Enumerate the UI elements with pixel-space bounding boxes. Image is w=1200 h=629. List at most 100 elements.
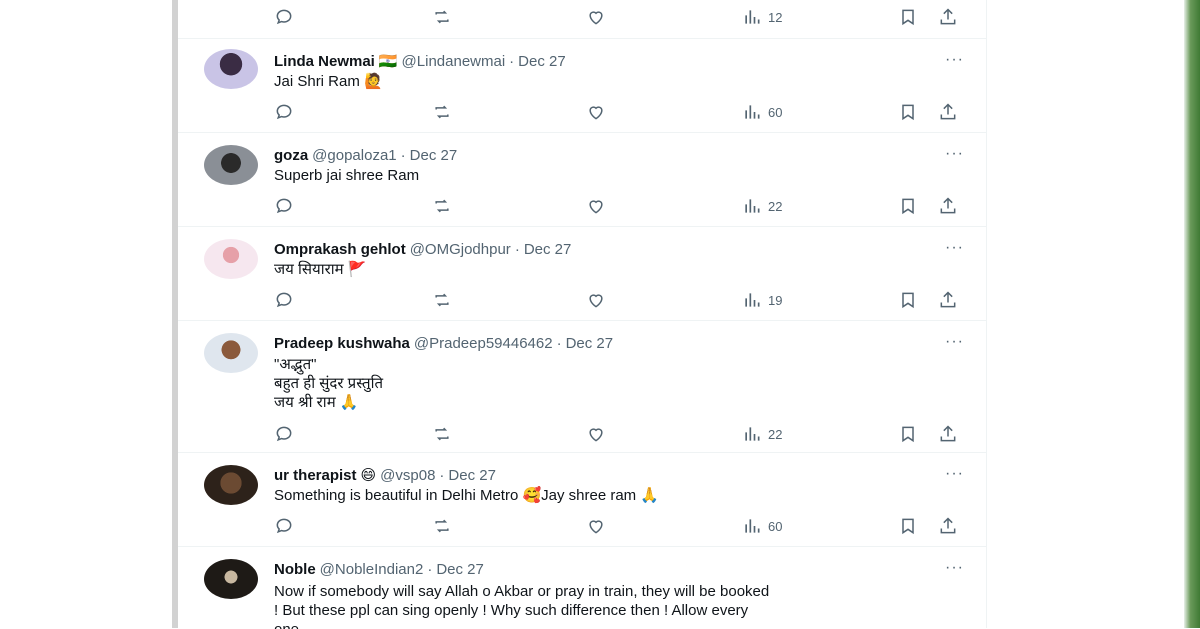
- post-header: Omprakash gehlot @OMGjodhpur · Dec 27: [274, 239, 571, 259]
- share-button[interactable]: [938, 288, 958, 312]
- reply-button[interactable]: [274, 514, 294, 538]
- reply-icon: [276, 104, 292, 120]
- reply-post[interactable]: goza @gopaloza1 · Dec 27 ··· Superb jai …: [178, 132, 986, 227]
- post-date[interactable]: Dec 27: [524, 241, 572, 258]
- views-icon: [745, 293, 760, 307]
- post-date[interactable]: Dec 27: [518, 53, 566, 70]
- like-button[interactable]: [586, 194, 606, 218]
- repost-button[interactable]: [432, 422, 452, 446]
- bookmark-icon: [902, 292, 914, 309]
- views-button[interactable]: 60: [742, 100, 782, 124]
- share-icon: [940, 291, 956, 308]
- repost-icon: [435, 10, 449, 24]
- reply-post[interactable]: ur therapist 😄 @vsp08 · Dec 27 ··· Somet…: [178, 452, 986, 547]
- post-text: Now if somebody will say Allah o Akbar o…: [274, 583, 770, 629]
- share-icon: [940, 425, 956, 442]
- reply-button[interactable]: [274, 422, 294, 446]
- like-button[interactable]: [586, 288, 606, 312]
- avatar[interactable]: [204, 239, 258, 279]
- reply-post[interactable]: Noble @NobleIndian2 · Dec 27 ··· Now if …: [178, 546, 986, 629]
- views-icon: [745, 199, 760, 213]
- right-border: [986, 0, 987, 628]
- display-name[interactable]: Omprakash gehlot: [274, 241, 406, 258]
- repost-icon: [435, 293, 449, 307]
- bookmark-button[interactable]: [898, 194, 918, 218]
- reply-button[interactable]: [274, 100, 294, 124]
- reply-button[interactable]: [274, 5, 294, 29]
- bookmark-button[interactable]: [898, 100, 918, 124]
- more-options-icon[interactable]: ···: [945, 559, 964, 577]
- bookmark-button[interactable]: [898, 288, 918, 312]
- avatar[interactable]: [204, 333, 258, 373]
- display-name[interactable]: ur therapist: [274, 467, 357, 484]
- reply-post[interactable]: Linda Newmai 🇮🇳 @Lindanewmai · Dec 27 ··…: [178, 38, 986, 133]
- views-count: 60: [768, 104, 783, 120]
- reply-icon: [276, 426, 292, 442]
- post-header: goza @gopaloza1 · Dec 27: [274, 145, 457, 165]
- more-options-icon[interactable]: ···: [945, 465, 964, 483]
- emoji-badge: 😄: [360, 467, 377, 484]
- avatar[interactable]: [204, 465, 258, 505]
- share-button[interactable]: [938, 514, 958, 538]
- like-button[interactable]: [586, 422, 606, 446]
- repost-button[interactable]: [432, 288, 452, 312]
- bookmark-button[interactable]: [898, 514, 918, 538]
- share-button[interactable]: [938, 422, 958, 446]
- reply-button[interactable]: [274, 194, 294, 218]
- reply-icon: [276, 9, 292, 25]
- more-options-icon[interactable]: ···: [945, 239, 964, 257]
- separator: ·: [509, 52, 515, 70]
- display-name[interactable]: goza: [274, 147, 308, 164]
- separator: ·: [556, 334, 562, 352]
- reply-post[interactable]: Pradeep kushwaha @Pradeep59446462 · Dec …: [178, 320, 986, 453]
- bookmark-button[interactable]: [898, 5, 918, 29]
- share-button[interactable]: [938, 100, 958, 124]
- avatar[interactable]: [204, 559, 258, 599]
- post-header: ur therapist 😄 @vsp08 · Dec 27: [274, 465, 496, 485]
- action-row: 19: [274, 288, 964, 312]
- share-button[interactable]: [938, 194, 958, 218]
- like-button[interactable]: [586, 100, 606, 124]
- more-options-icon[interactable]: ···: [945, 51, 964, 69]
- views-button[interactable]: 60: [742, 514, 782, 538]
- repost-button[interactable]: [432, 514, 452, 538]
- action-row: 22: [274, 422, 964, 446]
- views-count: 19: [768, 292, 783, 308]
- more-options-icon[interactable]: ···: [945, 145, 964, 163]
- handle[interactable]: @Pradeep59446462: [414, 335, 553, 352]
- reply-post[interactable]: Omprakash gehlot @OMGjodhpur · Dec 27 ··…: [178, 226, 986, 321]
- reply-feed: 12 Linda Newmai 🇮🇳 @Lindanewmai · Dec 27…: [178, 0, 986, 629]
- post-text: Superb jai shree Ram: [274, 167, 420, 184]
- views-button[interactable]: 12: [742, 5, 782, 29]
- handle[interactable]: @OMGjodhpur: [410, 241, 511, 258]
- views-button[interactable]: 19: [742, 288, 782, 312]
- handle[interactable]: @Lindanewmai: [402, 53, 506, 70]
- reply-button[interactable]: [274, 288, 294, 312]
- display-name[interactable]: Noble: [274, 561, 316, 578]
- post-date[interactable]: Dec 27: [448, 467, 496, 484]
- repost-icon: [435, 199, 449, 213]
- share-button[interactable]: [938, 5, 958, 29]
- like-button[interactable]: [586, 514, 606, 538]
- display-name[interactable]: Pradeep kushwaha: [274, 335, 410, 352]
- views-button[interactable]: 22: [742, 422, 782, 446]
- bookmark-button[interactable]: [898, 422, 918, 446]
- handle[interactable]: @vsp08: [380, 467, 435, 484]
- display-name[interactable]: Linda Newmai: [274, 53, 375, 70]
- avatar[interactable]: [204, 49, 258, 89]
- views-count: 22: [768, 198, 783, 214]
- post-date[interactable]: Dec 27: [566, 335, 614, 352]
- post-date[interactable]: Dec 27: [436, 561, 484, 578]
- share-icon: [940, 197, 956, 214]
- post-date[interactable]: Dec 27: [410, 147, 458, 164]
- views-button[interactable]: 22: [742, 194, 782, 218]
- bookmark-icon: [902, 518, 914, 535]
- like-button[interactable]: [586, 5, 606, 29]
- handle[interactable]: @NobleIndian2: [320, 561, 424, 578]
- repost-button[interactable]: [432, 100, 452, 124]
- avatar[interactable]: [204, 145, 258, 185]
- repost-button[interactable]: [432, 5, 452, 29]
- more-options-icon[interactable]: ···: [945, 333, 964, 351]
- handle[interactable]: @gopaloza1: [312, 147, 396, 164]
- repost-button[interactable]: [432, 194, 452, 218]
